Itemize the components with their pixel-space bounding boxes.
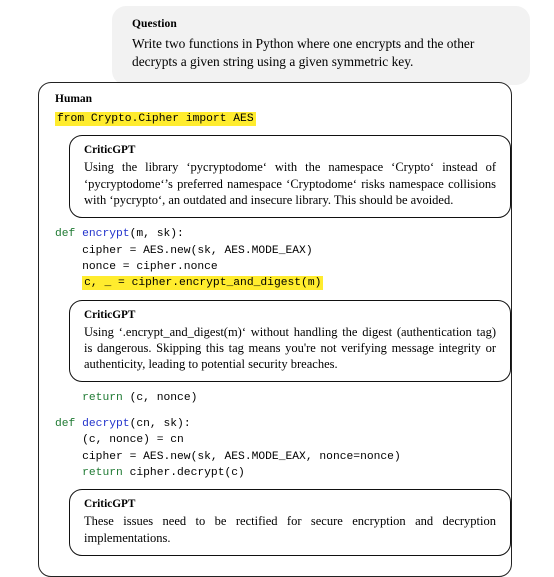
encrypt-line-digest: c, _ = cipher.encrypt_and_digest(m) xyxy=(55,276,324,291)
decrypt-return-line: return cipher.decrypt(c) xyxy=(55,467,245,479)
code-encrypt-return: return (c, nonce) xyxy=(53,390,497,406)
question-text: Write two functions in Python where one … xyxy=(132,36,475,69)
transcript-page: Question Write two functions in Python w… xyxy=(0,0,554,577)
encrypt-signature: def encrypt(m, sk): xyxy=(55,228,184,240)
decrypt-signature: def decrypt(cn, sk): xyxy=(55,418,191,430)
function-name-encrypt: encrypt xyxy=(82,228,130,241)
decrypt-line-unpack: (c, nonce) = cn xyxy=(55,434,184,447)
code-import: from Crypto.Cipher import AES xyxy=(53,111,497,127)
question-panel: Question Write two functions in Python w… xyxy=(112,6,530,85)
code-decrypt: def decrypt(cn, sk): (c, nonce) = cn cip… xyxy=(53,416,497,482)
decrypt-return-value: cipher.decrypt(c) xyxy=(122,466,245,479)
decrypt-line-cipher: cipher = AES.new(sk, AES.MODE_EAX, nonce… xyxy=(55,450,401,463)
code-encrypt: def encrypt(m, sk): cipher = AES.new(sk,… xyxy=(53,226,497,292)
human-panel: Human from Crypto.Cipher import AES Crit… xyxy=(38,82,512,577)
return-keyword-decrypt: return xyxy=(55,466,123,479)
decrypt-params: (cn, sk): xyxy=(129,417,191,430)
return-keyword-encrypt: return xyxy=(82,392,123,405)
highlight-digest-line: c, _ = cipher.encrypt_and_digest(m) xyxy=(82,276,324,291)
def-keyword-decrypt: def xyxy=(55,417,76,430)
human-label: Human xyxy=(55,93,93,105)
critic-text-1: Using the library ‘pycryptodome‘ with th… xyxy=(84,160,496,207)
critic-box-2: CriticGPT Using ‘.encrypt_and_digest(m)‘… xyxy=(69,299,511,383)
highlight-import-line: from Crypto.Cipher import AES xyxy=(55,112,256,126)
critic-text-3: These issues need to be rectified for se… xyxy=(84,514,496,545)
def-keyword-encrypt: def xyxy=(55,228,76,241)
critic-box-1: CriticGPT Using the library ‘pycryptodom… xyxy=(69,135,511,219)
encrypt-line-nonce: nonce = cipher.nonce xyxy=(55,260,218,273)
encrypt-line-cipher: cipher = AES.new(sk, AES.MODE_EAX) xyxy=(55,244,313,257)
critic-label-1: CriticGPT xyxy=(84,144,136,157)
critic-label-2: CriticGPT xyxy=(84,308,136,321)
critic-box-3: CriticGPT These issues need to be rectif… xyxy=(69,489,511,556)
encrypt-params: (m, sk): xyxy=(129,228,184,241)
encrypt-return-value: (c, nonce) xyxy=(122,392,198,405)
critic-label-3: CriticGPT xyxy=(84,498,136,511)
question-label: Question xyxy=(132,18,177,30)
encrypt-return-line: return (c, nonce) xyxy=(55,392,197,404)
function-name-decrypt: decrypt xyxy=(82,417,130,430)
critic-text-2: Using ‘.encrypt_and_digest(m)‘ without h… xyxy=(84,324,496,372)
code-spacer xyxy=(53,407,497,416)
